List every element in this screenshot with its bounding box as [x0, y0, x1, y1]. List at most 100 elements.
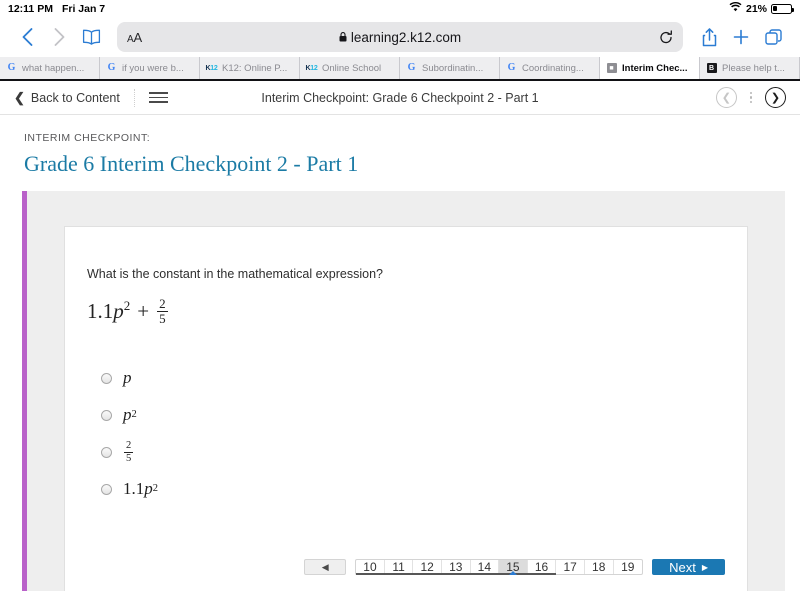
page-number[interactable]: 19: [614, 560, 643, 574]
assessment-title: Grade 6 Interim Checkpoint 2 - Part 1: [24, 151, 359, 176]
option-base: p: [144, 479, 153, 499]
option-numerator: 2: [126, 440, 132, 452]
safari-toolbar: AA learning2.k12.com: [0, 17, 800, 57]
question-prompt: What is the constant in the mathematical…: [87, 267, 383, 281]
circle-chevron-right-icon[interactable]: ❯: [765, 87, 786, 108]
tab-label: Online School: [322, 62, 382, 74]
page-number[interactable]: 18: [585, 560, 614, 574]
tab-label: Interim Chec...: [622, 62, 688, 74]
radio-button[interactable]: [101, 483, 112, 495]
expression-variable: p: [113, 298, 124, 323]
lock-icon: [339, 30, 347, 45]
fraction-numerator: 2: [159, 296, 166, 311]
page-number[interactable]: 14: [470, 560, 500, 575]
chevron-left-icon: ❮: [14, 89, 25, 105]
bookmarks-icon[interactable]: [76, 22, 106, 52]
square-icon: ■: [606, 63, 617, 74]
page-title: Interim Checkpoint: Grade 6 Checkpoint 2…: [261, 90, 539, 105]
browser-tab[interactable]: B Please help t...: [700, 57, 800, 79]
square-dark-icon: B: [706, 63, 717, 74]
url-text: learning2.k12.com: [350, 29, 462, 45]
option-fraction: 2 5: [124, 440, 134, 464]
radio-button[interactable]: [101, 372, 112, 384]
google-icon: G: [107, 62, 116, 73]
tabs-overview-icon[interactable]: [758, 22, 788, 52]
reload-icon[interactable]: [659, 29, 673, 45]
option-coefficient: 1.1: [123, 479, 145, 499]
browser-forward-button: [44, 22, 74, 52]
option-text: p: [123, 368, 132, 388]
page-number[interactable]: 17: [556, 560, 585, 574]
pagination-prev-button[interactable]: ◀: [304, 559, 347, 575]
tab-strip: G what happen... G if you were b... K 12 …: [0, 57, 800, 81]
browser-tab[interactable]: G Coordinating...: [500, 57, 600, 79]
option-label: 2 5: [123, 440, 134, 464]
math-expression: 1.1p2 + 2 5: [87, 297, 747, 326]
status-date: Fri Jan 7: [61, 2, 106, 15]
answer-option-d[interactable]: 1.1 p 2: [87, 471, 747, 508]
page-number[interactable]: 13: [441, 560, 471, 575]
tab-label: what happen...: [22, 62, 85, 74]
option-label: p: [123, 368, 132, 388]
k12-icon: K 12: [205, 64, 218, 72]
radio-button[interactable]: [101, 446, 112, 458]
google-icon: G: [507, 62, 516, 73]
expression-operator: +: [137, 298, 150, 323]
new-tab-icon[interactable]: [726, 22, 756, 52]
tab-label: K12: Online P...: [222, 62, 288, 74]
k12-icon: K 12: [305, 64, 318, 72]
ios-status-bar: 12:11 PM Fri Jan 7 21%: [0, 0, 800, 17]
triangle-left-icon: ◀: [321, 561, 329, 572]
fraction-denominator: 5: [157, 310, 168, 326]
reader-size-button[interactable]: AA: [127, 30, 142, 45]
wifi-icon: [729, 1, 742, 15]
browser-back-button[interactable]: [12, 22, 42, 52]
browser-tab[interactable]: G Subordinatin...: [400, 57, 500, 79]
next-label: Next: [669, 559, 696, 575]
expression-exponent: 2: [123, 297, 131, 313]
page-number[interactable]: 10: [355, 560, 385, 575]
nav-divider: [133, 88, 135, 107]
option-label: 1.1 p 2: [123, 479, 159, 499]
back-to-content-label: Back to Content: [30, 90, 120, 105]
page-number-current[interactable]: 15: [498, 560, 528, 575]
option-label: p2: [123, 405, 137, 425]
browser-tab[interactable]: G if you were b...: [100, 57, 200, 79]
expression-fraction: 2 5: [157, 297, 168, 326]
share-icon[interactable]: [694, 22, 724, 52]
pagination: ◀ 10 11 12 13 14 15 16 17 18 19 Next ▶: [304, 559, 725, 575]
option-denominator: 5: [124, 451, 134, 464]
page-number[interactable]: 16: [527, 560, 557, 575]
battery-icon: [771, 3, 795, 14]
back-to-content-button[interactable]: ❮ Back to Content: [14, 90, 120, 106]
battery-percent: 21%: [745, 2, 767, 15]
kebab-menu-icon[interactable]: [749, 92, 752, 103]
browser-tab[interactable]: K 12 Online School: [300, 57, 400, 79]
expression-coefficient: 1.1: [87, 298, 114, 323]
answer-option-c[interactable]: 2 5: [87, 434, 747, 471]
page-number[interactable]: 12: [412, 560, 442, 575]
browser-tab[interactable]: G what happen...: [0, 57, 100, 79]
hamburger-icon[interactable]: [148, 91, 168, 104]
eyebrow-label: INTERIM CHECKPOINT:: [24, 132, 151, 144]
current-page-caret: [508, 571, 517, 575]
google-icon: G: [7, 62, 16, 73]
browser-tab-active[interactable]: ■ Interim Chec...: [600, 57, 700, 79]
content-region: What is the constant in the mathematical…: [22, 191, 785, 591]
app-navigation-bar: ❮ Back to Content Interim Checkpoint: Gr…: [0, 81, 800, 115]
option-base: p: [123, 405, 132, 425]
radio-button[interactable]: [101, 409, 112, 421]
page-number[interactable]: 11: [384, 560, 414, 575]
page-heading: INTERIM CHECKPOINT: Grade 6 Interim Chec…: [0, 115, 800, 191]
address-bar[interactable]: AA learning2.k12.com: [117, 22, 683, 52]
tab-label: Subordinatin...: [422, 62, 484, 74]
page-number-list: 10 11 12 13 14 15 16 17 18 19: [355, 559, 644, 575]
circle-chevron-left-icon[interactable]: ❮: [715, 87, 737, 108]
google-icon: G: [407, 62, 416, 73]
question-card: What is the constant in the mathematical…: [64, 226, 748, 591]
tab-label: Please help t...: [722, 62, 785, 74]
answer-option-a[interactable]: p: [87, 360, 747, 397]
next-button[interactable]: Next ▶: [652, 559, 725, 575]
answer-option-b[interactable]: p2: [87, 397, 747, 434]
browser-tab[interactable]: K 12 K12: Online P...: [200, 57, 300, 79]
